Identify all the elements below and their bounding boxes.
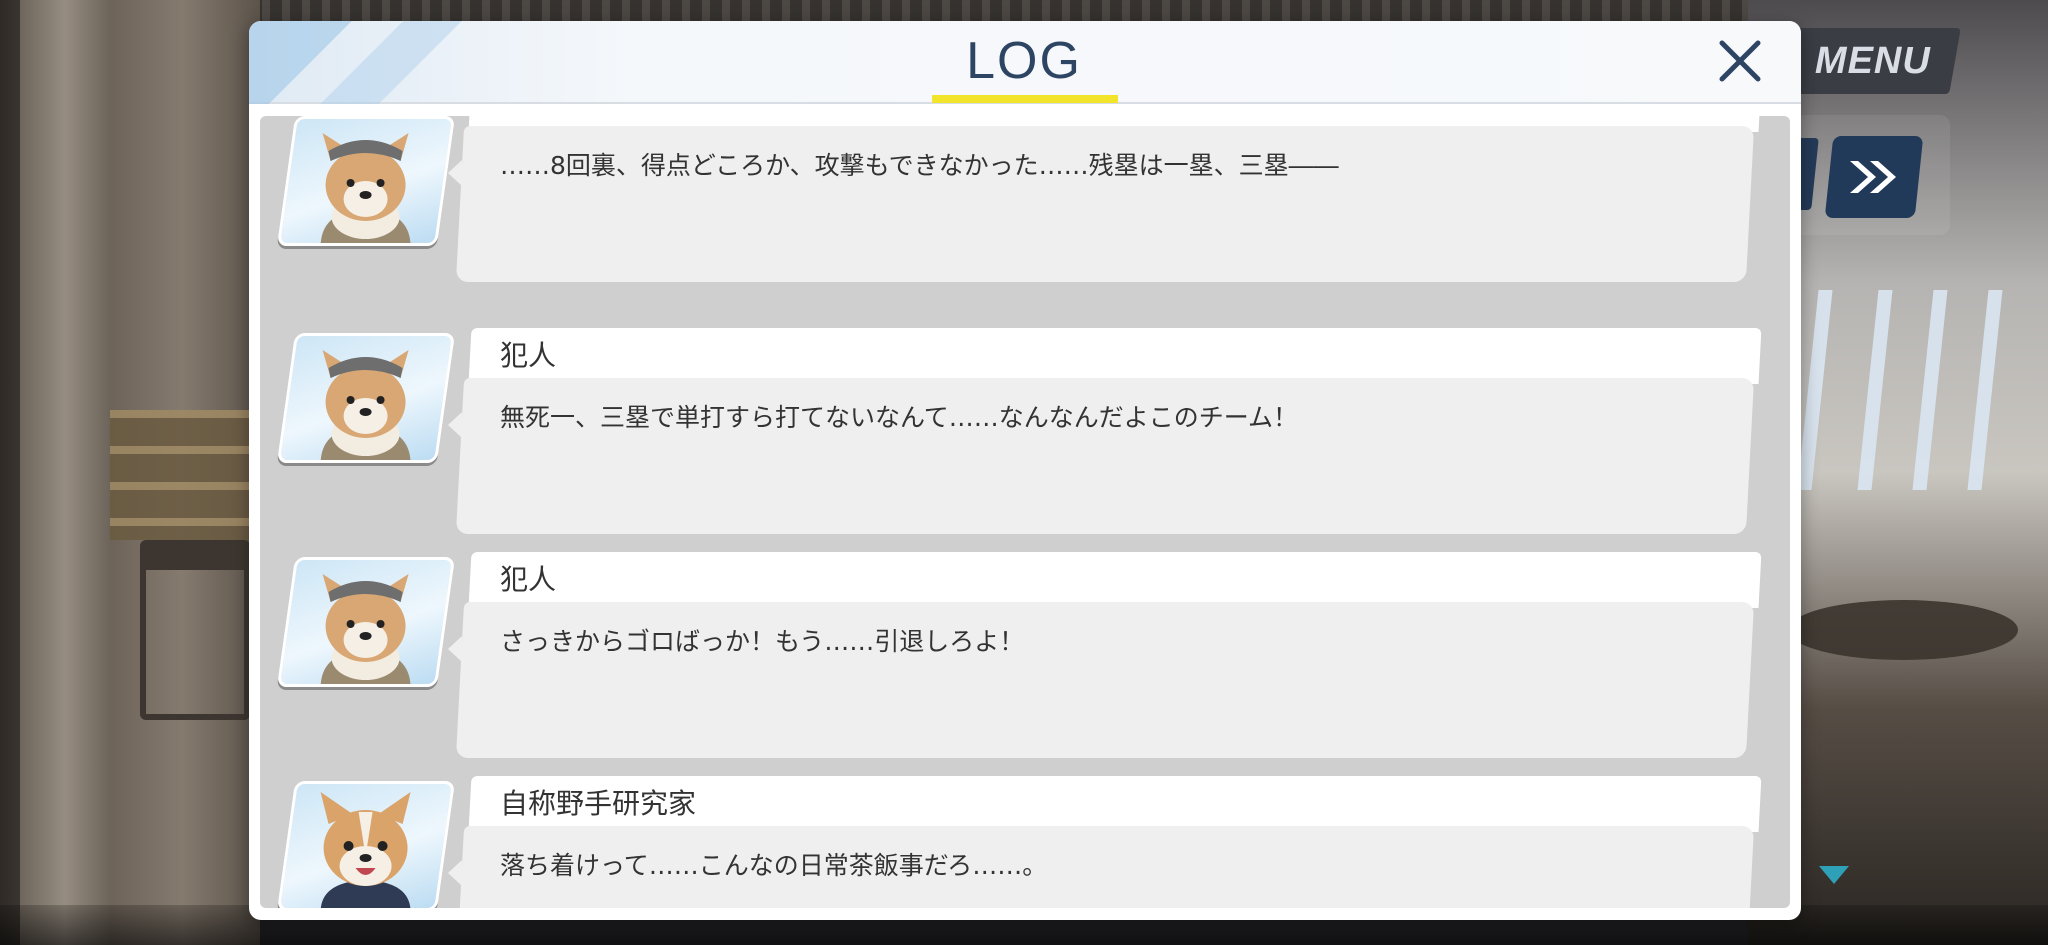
- dialogue-text: さっきからゴロばっか！もう……引退しろよ！: [500, 627, 1025, 656]
- log-entry: 自称野手研究家 落ち着けって……こんなの日常茶飯事だろ……。: [260, 776, 1790, 908]
- ceiling-lights: [250, 0, 1800, 22]
- title-underline: [932, 95, 1118, 103]
- log-entry: 犯人 ……8回裏、得点どころか、攻撃もできなかった……残塁は一塁、三塁――: [260, 116, 1790, 286]
- speaker-name-bar: [468, 328, 1762, 384]
- speaker-name: 犯人: [500, 339, 557, 372]
- background-left-wall: [0, 0, 260, 945]
- speaker-name: 犯人: [500, 563, 557, 596]
- bubble-tail: [448, 636, 462, 662]
- log-scroll-area[interactable]: 犯人 ……8回裏、得点どころか、攻撃もできなかった……残塁は一塁、三塁――: [260, 116, 1790, 908]
- window-strip: [1797, 290, 1833, 490]
- window-strip: [1857, 290, 1893, 490]
- bubble-tail: [448, 160, 462, 186]
- log-entry: 犯人 さっきからゴロばっか！もう……引退しろよ！: [260, 552, 1790, 762]
- window-strip: [1967, 290, 2003, 490]
- speaker-name: 自称野手研究家: [500, 787, 697, 820]
- corgi-detective-avatar[interactable]: [276, 333, 456, 463]
- close-icon: [1719, 40, 1761, 82]
- scroll-down-icon[interactable]: [1819, 866, 1849, 884]
- dialogue-text: ……8回裏、得点どころか、攻撃もできなかった……残塁は一塁、三塁――: [500, 151, 1339, 180]
- log-entry: 犯人 無死一、三塁で単打すら打てないなんて……なんなんだよこのチーム！: [260, 328, 1790, 538]
- dialogue-text: 無死一、三塁で単打すら打てないなんて……なんなんだよこのチーム！: [500, 403, 1299, 432]
- menu-button[interactable]: MENU: [1784, 28, 1961, 94]
- skip-button[interactable]: [1824, 136, 1924, 218]
- window-strip: [1912, 290, 1948, 490]
- header-decoration: [249, 21, 509, 104]
- background-chair: [140, 540, 250, 720]
- log-title: LOG: [966, 32, 1082, 90]
- fast-forward-icon: [1850, 161, 1896, 193]
- log-header: LOG: [249, 21, 1801, 104]
- close-button[interactable]: [1712, 33, 1768, 89]
- corgi-detective-avatar[interactable]: [276, 116, 456, 246]
- menu-button-label: MENU: [1814, 39, 1931, 82]
- log-panel: LOG ……8回裏、得点どころか、攻撃もできなかった……残塁は一塁、三塁―― 犯…: [249, 21, 1801, 920]
- bubble-tail: [448, 412, 462, 438]
- speaker-name-bar: [468, 552, 1762, 608]
- dialogue-text: 落ち着けって……こんなの日常茶飯事だろ……。: [500, 851, 1048, 880]
- background-pillar: [20, 0, 110, 945]
- bubble-tail: [448, 860, 462, 886]
- corgi-smiling-avatar[interactable]: [276, 781, 456, 908]
- background-shelf: [110, 410, 250, 540]
- speaker-name: 犯人: [500, 116, 556, 122]
- corgi-detective-avatar[interactable]: [276, 557, 456, 687]
- background-table: [1788, 600, 2018, 660]
